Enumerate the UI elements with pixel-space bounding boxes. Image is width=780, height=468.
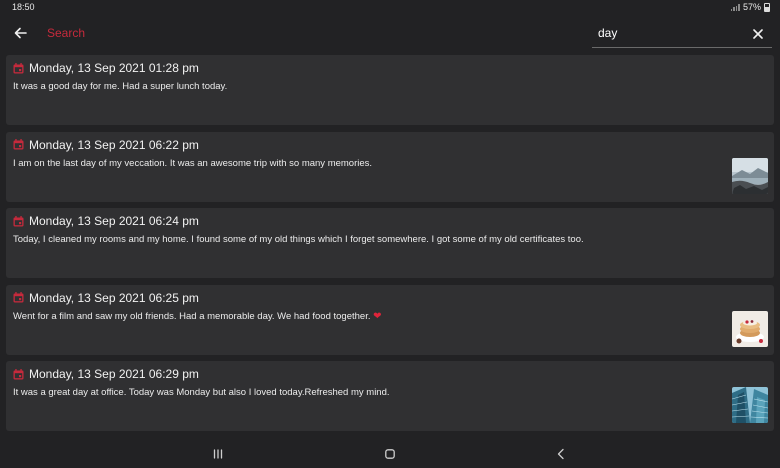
entry-date-row: Monday, 13 Sep 2021 06:24 pm bbox=[13, 214, 199, 228]
food-photo bbox=[732, 310, 768, 347]
diary-entry-card[interactable]: Monday, 13 Sep 2021 01:28 pm It was a go… bbox=[6, 55, 774, 125]
battery-icon bbox=[764, 2, 770, 12]
chevron-left-icon bbox=[557, 448, 564, 460]
back-nav-button[interactable] bbox=[553, 446, 569, 462]
diary-entry-card[interactable]: Monday, 13 Sep 2021 06:29 pm It was a gr… bbox=[6, 361, 774, 431]
home-icon bbox=[385, 449, 395, 459]
arrow-left-icon bbox=[14, 27, 27, 39]
entry-text: Went for a film and saw my old friends. … bbox=[13, 310, 371, 322]
diary-entry-card[interactable]: Monday, 13 Sep 2021 06:24 pm Today, I cl… bbox=[6, 208, 774, 278]
search-input[interactable] bbox=[598, 24, 738, 42]
app-bar: Search bbox=[0, 14, 780, 52]
search-box bbox=[592, 20, 772, 48]
recents-icon bbox=[213, 449, 223, 459]
entry-text-row: Went for a film and saw my old friends. … bbox=[13, 311, 382, 322]
diary-entry-card[interactable]: Monday, 13 Sep 2021 06:25 pm Went for a … bbox=[6, 284, 774, 355]
status-time: 18:50 bbox=[12, 2, 35, 12]
food-thumbnail[interactable] bbox=[732, 310, 768, 347]
entry-date: Monday, 13 Sep 2021 06:24 pm bbox=[29, 214, 199, 228]
entry-date-row: Monday, 13 Sep 2021 06:22 pm bbox=[13, 138, 199, 152]
home-button[interactable] bbox=[382, 446, 398, 462]
entry-date: Monday, 13 Sep 2021 06:22 pm bbox=[29, 137, 199, 152]
entry-text: It was a great day at office. Today was … bbox=[13, 387, 390, 398]
building-photo bbox=[732, 387, 768, 423]
recents-button[interactable] bbox=[210, 446, 226, 462]
entry-date-row: Monday, 13 Sep 2021 01:28 pm bbox=[13, 61, 199, 75]
entry-text: It was a good day for me. Had a super lu… bbox=[13, 81, 228, 92]
entry-date: Monday, 13 Sep 2021 06:25 pm bbox=[29, 290, 199, 305]
signal-icon bbox=[730, 3, 740, 11]
entry-text: Today, I cleaned my rooms and my home. I… bbox=[13, 234, 584, 245]
entry-date-row: Monday, 13 Sep 2021 06:29 pm bbox=[13, 367, 199, 381]
landscape-thumbnail[interactable] bbox=[732, 157, 768, 194]
calendar-icon bbox=[13, 292, 24, 303]
diary-entry-card[interactable]: Monday, 13 Sep 2021 06:22 pm I am on the… bbox=[6, 131, 774, 202]
close-icon bbox=[753, 29, 763, 39]
landscape-photo bbox=[732, 157, 768, 194]
calendar-icon bbox=[13, 368, 24, 379]
diary-entry-list: Monday, 13 Sep 2021 01:28 pm It was a go… bbox=[6, 55, 774, 438]
system-nav-bar bbox=[0, 440, 780, 468]
entry-text: I am on the last day of my veccation. It… bbox=[13, 157, 373, 169]
calendar-icon bbox=[13, 139, 24, 150]
calendar-icon bbox=[13, 62, 24, 73]
building-thumbnail[interactable] bbox=[732, 387, 768, 423]
status-bar: 18:50 57% bbox=[0, 0, 780, 14]
clear-search-button[interactable] bbox=[752, 27, 764, 39]
battery-percent: 57% bbox=[742, 2, 761, 12]
heart-emoji: ❤ bbox=[373, 310, 382, 322]
entry-date: Monday, 13 Sep 2021 01:28 pm bbox=[29, 61, 199, 75]
page-title: Search bbox=[47, 26, 86, 40]
status-indicators: 57% bbox=[730, 2, 770, 12]
back-button[interactable] bbox=[12, 24, 30, 42]
entry-date: Monday, 13 Sep 2021 06:29 pm bbox=[29, 367, 199, 381]
calendar-icon bbox=[13, 215, 24, 226]
entry-date-row: Monday, 13 Sep 2021 06:25 pm bbox=[13, 291, 199, 305]
